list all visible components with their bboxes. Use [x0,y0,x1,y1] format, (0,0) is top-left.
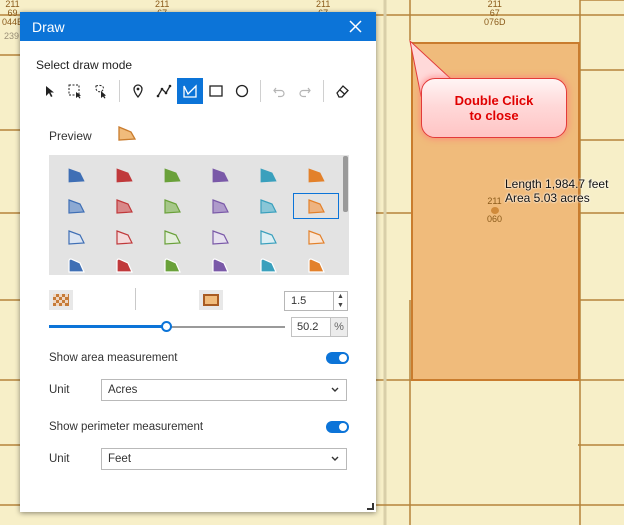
symbol-swatch[interactable] [111,226,137,248]
symbol-swatch[interactable] [303,226,329,248]
symbol-swatch[interactable] [207,164,233,186]
close-icon [348,20,362,33]
parcel-point-icon [490,207,499,214]
fill-color-button[interactable] [49,290,73,310]
gallery-scrollbar[interactable] [343,156,348,212]
preview-symbol [116,124,138,149]
callout-line-1: Double Click [454,93,534,108]
area-unit-label: Unit [49,384,70,396]
symbol-swatch[interactable] [255,254,281,275]
panel-title: Draw [32,18,65,35]
style-divider [135,288,136,310]
parcel-label: 211 060 [487,196,503,224]
symbol-swatch[interactable] [111,195,137,217]
symbol-gallery[interactable] [49,155,349,275]
perimeter-unit-select[interactable]: Feet [101,448,347,470]
outline-swatch-icon [203,294,219,306]
symbol-swatch[interactable] [207,254,233,275]
polygon-tool-button[interactable] [177,78,203,104]
undo-button[interactable] [266,78,292,104]
rectangle-tool-button[interactable] [203,78,229,104]
symbol-swatch[interactable] [303,164,329,186]
opacity-input[interactable]: 50.2 % [291,317,348,337]
polygon-icon [183,84,197,98]
rectangle-icon [209,85,223,97]
outline-width-stepper[interactable]: 1.5 ▲ ▼ [284,291,348,311]
measurement-label: Length 1,984.7 feet Area 5.03 acres [505,177,608,205]
show-perimeter-toggle[interactable] [326,421,349,433]
area-unit-select[interactable]: Acres [101,379,347,401]
opacity-slider-thumb[interactable] [160,321,172,332]
parcel-label: 239 [4,31,20,41]
chevron-down-icon [331,456,339,461]
show-area-toggle[interactable] [326,352,349,364]
polyline-icon [156,84,172,98]
symbol-swatch[interactable] [159,164,185,186]
rectangle-select-tool-button[interactable] [62,78,88,104]
chevron-up-icon[interactable]: ▲ [334,292,347,301]
toolbar-divider [323,80,324,102]
draw-panel: Draw Select draw mode Preview 1.5 ▲ ▼ 50… [20,12,376,512]
stepper-arrows[interactable]: ▲ ▼ [333,292,347,310]
symbol-swatch[interactable] [159,195,185,217]
preview-label: Preview [49,129,92,143]
show-area-label: Show area measurement [49,352,178,364]
point-icon [133,84,143,99]
toolbar-divider [260,80,261,102]
close-button[interactable] [346,18,364,36]
symbol-swatch[interactable] [207,195,233,217]
symbol-swatch[interactable] [159,254,185,275]
undo-icon [273,87,285,98]
opacity-slider-fill [49,325,167,328]
panel-header: Draw [20,12,376,41]
symbol-swatch[interactable] [111,164,137,186]
opacity-value[interactable]: 50.2 [292,318,330,336]
area-unit-value: Acres [108,384,138,396]
symbol-swatch-selected[interactable] [293,193,339,219]
perimeter-unit-value: Feet [108,453,132,465]
symbol-swatch[interactable] [111,254,137,275]
redo-button[interactable] [292,78,318,104]
outline-color-button[interactable] [199,290,223,310]
outline-width-value: 1.5 [291,295,307,307]
checker-fill-icon [53,294,69,306]
toolbar-divider [119,80,120,102]
symbol-swatch[interactable] [63,226,89,248]
lasso-select-icon [95,84,106,99]
symbol-swatch[interactable] [255,195,281,217]
parcel-label: 211 67 076D [484,0,506,27]
polyline-tool-button[interactable] [151,78,177,104]
symbol-swatch[interactable] [63,254,89,275]
rectangle-select-icon [68,84,81,99]
show-perimeter-label: Show perimeter measurement [49,421,204,433]
circle-icon [235,84,249,98]
eraser-icon [336,85,349,98]
clear-button[interactable] [329,78,355,104]
symbol-swatch[interactable] [63,195,89,217]
select-tool-button[interactable] [36,78,62,104]
resize-handle[interactable] [367,503,374,510]
circle-tool-button[interactable] [229,78,255,104]
chevron-down-icon[interactable]: ▼ [334,301,347,310]
callout-line-2: to close [469,108,519,123]
redo-icon [299,87,311,98]
length-text: Length 1,984.7 feet [505,177,609,191]
symbol-swatch[interactable] [63,164,89,186]
area-text: Area 5.03 acres [505,191,590,205]
opacity-unit: % [330,318,347,336]
symbol-swatch[interactable] [255,226,281,248]
lasso-select-tool-button[interactable] [88,78,114,104]
select-draw-mode-label: Select draw mode [36,58,133,72]
symbol-swatch[interactable] [159,226,185,248]
symbol-swatch[interactable] [255,164,281,186]
symbol-swatch[interactable] [207,226,233,248]
draw-toolbar [36,77,355,105]
perimeter-unit-label: Unit [49,453,70,465]
select-icon [46,86,54,97]
point-tool-button[interactable] [125,78,151,104]
double-click-callout: Double Click to close [421,78,567,138]
chevron-down-icon [331,387,339,392]
symbol-swatch[interactable] [303,254,329,275]
